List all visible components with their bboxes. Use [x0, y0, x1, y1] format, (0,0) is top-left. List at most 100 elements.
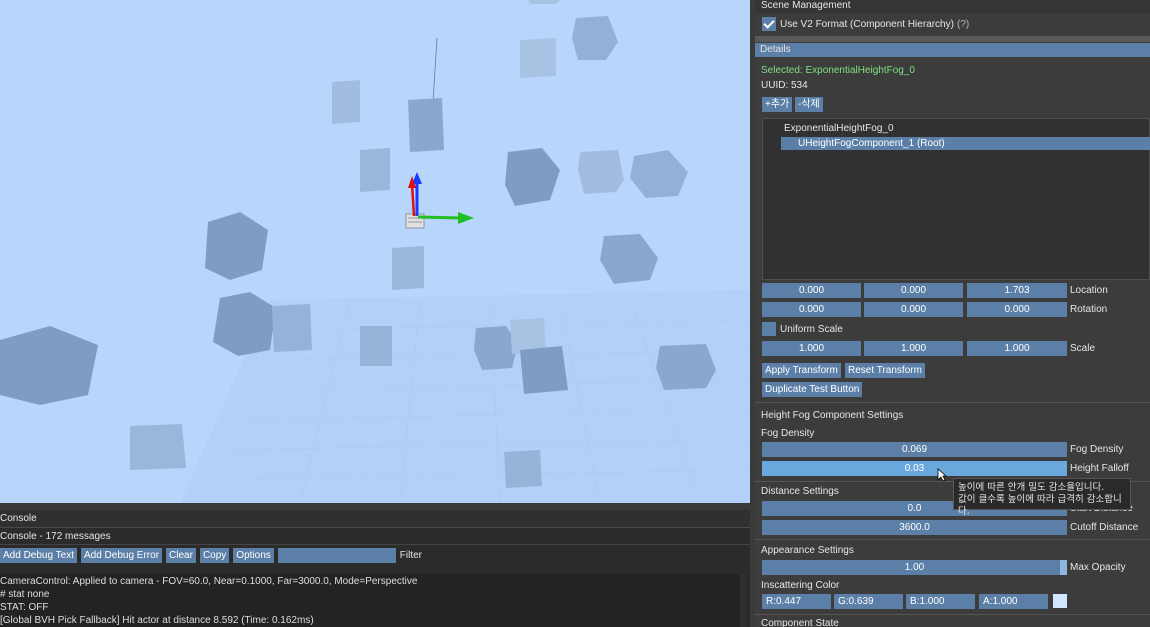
use-v2-label: Use V2 Format (Component Hierarchy) [780, 19, 954, 30]
color-swatch[interactable] [1053, 594, 1067, 608]
clear-button[interactable]: Clear [166, 547, 196, 563]
console-toolbar: Add Debug Text Add Debug Error Clear Cop… [0, 545, 750, 565]
use-v2-row: Use V2 Format (Component Hierarchy) (?) [755, 16, 1150, 34]
cube [528, 0, 560, 4]
tree-item-actor[interactable]: ExponentialHeightFog_0 [784, 122, 894, 135]
rotation-label: Rotation [1070, 304, 1108, 315]
fog-density-slider[interactable]: 0.069 [762, 442, 1067, 457]
color-r-field[interactable]: R:0.447 [762, 594, 831, 609]
console-title: Console [0, 513, 37, 524]
location-y-field[interactable]: 0.000 [864, 283, 963, 298]
add-debug-error-button[interactable]: Add Debug Error [80, 547, 163, 563]
cube [630, 150, 688, 198]
mouse-cursor-icon [937, 468, 947, 482]
cube [578, 150, 624, 194]
uniform-scale-label: Uniform Scale [780, 324, 843, 335]
divider [755, 614, 1150, 615]
scale-z-field[interactable]: 1.000 [967, 341, 1067, 356]
max-opacity-label: Max Opacity [1070, 562, 1126, 573]
cube [332, 80, 360, 124]
cube [272, 304, 312, 352]
duplicate-test-button[interactable]: Duplicate Test Button [762, 382, 863, 397]
filter-label: Filter [399, 549, 422, 561]
scale-y-field[interactable]: 1.000 [864, 341, 963, 356]
location-z-field[interactable]: 1.703 [967, 283, 1067, 298]
cutoff-distance-label: Cutoff Distance [1070, 522, 1139, 533]
console-message-count: Console - 172 messages [0, 528, 750, 545]
uniform-scale-checkbox[interactable] [762, 322, 776, 336]
cube [360, 326, 392, 366]
component-state-heading: Component State [761, 618, 839, 627]
max-opacity-slider-handle[interactable] [1060, 560, 1067, 575]
divider [755, 402, 1150, 403]
uuid-label: UUID: 534 [761, 80, 808, 91]
height-falloff-label: Height Falloff [1070, 463, 1129, 474]
inscattering-color-heading: Inscattering Color [761, 580, 840, 591]
console-titlebar: Console [0, 510, 750, 528]
color-b-field[interactable]: B:1.000 [906, 594, 975, 609]
cube [392, 246, 424, 290]
gizmo-y-axis [417, 215, 463, 220]
scene-management-title: Scene Management [755, 0, 1150, 13]
location-label: Location [1070, 285, 1108, 296]
cube [408, 98, 444, 152]
delete-component-button[interactable]: -삭제 [795, 97, 823, 112]
tree-item-root-component[interactable]: UHeightFogComponent_1 (Root) [781, 137, 1150, 150]
console-panel: Console Console - 172 messages Add Debug… [0, 510, 750, 627]
cube [520, 38, 556, 78]
rotation-y-field[interactable]: 0.000 [864, 302, 963, 317]
fog-density-heading: Fog Density [761, 428, 815, 439]
scale-label: Scale [1070, 343, 1096, 354]
cube [360, 148, 390, 192]
cube [505, 148, 560, 206]
add-component-button[interactable]: +추가 [762, 97, 793, 112]
scale-x-field[interactable]: 1.000 [762, 341, 861, 356]
height-falloff-slider[interactable]: 0.03 [762, 461, 1067, 476]
cube [504, 450, 542, 488]
cube [0, 326, 98, 405]
details-header: Details [755, 43, 1150, 57]
cube [205, 212, 268, 280]
max-opacity-slider[interactable]: 1.00 [762, 560, 1067, 575]
rotation-x-field[interactable]: 0.000 [762, 302, 861, 317]
fog-density-label: Fog Density [1070, 444, 1124, 455]
tooltip-line: 높이에 따른 안개 밀도 감소율입니다. [958, 482, 1105, 493]
distance-settings-heading: Distance Settings [761, 486, 839, 497]
options-button[interactable]: Options [233, 547, 274, 563]
console-scrollbar[interactable] [740, 574, 746, 627]
details-title: Details [760, 44, 791, 55]
color-a-field[interactable]: A:1.000 [979, 594, 1048, 609]
copy-button[interactable]: Copy [199, 547, 230, 563]
appearance-settings-heading: Appearance Settings [761, 545, 854, 556]
color-g-field[interactable]: G:0.639 [834, 594, 903, 609]
fog-section-title: Height Fog Component Settings [761, 410, 904, 421]
cube [520, 346, 568, 394]
console-log: CameraControl: Applied to camera - FOV=6… [0, 574, 740, 627]
cube [130, 424, 186, 470]
location-x-field[interactable]: 0.000 [762, 283, 861, 298]
scene-canvas[interactable] [0, 0, 750, 503]
cube [213, 292, 276, 356]
use-v2-checkbox[interactable] [762, 17, 776, 31]
height-falloff-tooltip: 높이에 따른 안개 밀도 감소율입니다. 값이 클수록 높이에 따라 급격히 감… [953, 478, 1131, 517]
right-panel: Scene Management Use V2 Format (Componen… [755, 0, 1150, 627]
tooltip-line: 값이 클수록 높이에 따라 급격히 감소합니다. [958, 494, 1122, 517]
cube [600, 234, 658, 284]
reset-transform-button[interactable]: Reset Transform [845, 363, 925, 378]
cube [656, 344, 716, 390]
cutoff-distance-slider[interactable]: 3600.0 [762, 520, 1067, 535]
add-debug-text-button[interactable]: Add Debug Text [0, 547, 77, 563]
log-line: CameraControl: Applied to camera - FOV=6… [0, 576, 418, 587]
transform-gizmo [405, 172, 474, 229]
apply-transform-button[interactable]: Apply Transform [762, 363, 841, 378]
cube [572, 16, 618, 60]
gizmo-x-axis [410, 183, 416, 217]
log-line: STAT: OFF [0, 602, 49, 613]
log-line: [Global BVH Pick Fallback] Hit actor at … [0, 615, 314, 626]
rotation-z-field[interactable]: 0.000 [967, 302, 1067, 317]
splitter[interactable] [755, 36, 1150, 42]
help-marker[interactable]: (?) [957, 17, 969, 32]
log-line: # stat none [0, 589, 50, 600]
filter-input[interactable] [277, 547, 396, 563]
3d-viewport[interactable] [0, 0, 750, 503]
